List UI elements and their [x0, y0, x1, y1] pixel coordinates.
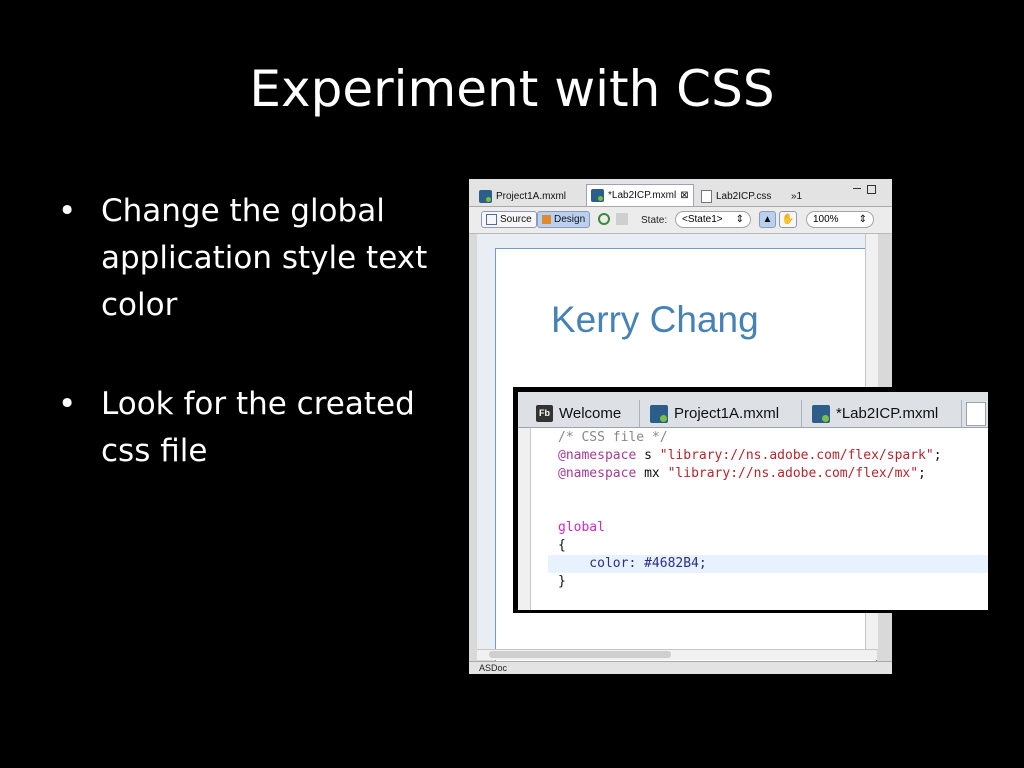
state-select[interactable]: <State1> ⇕: [675, 211, 751, 228]
editor-tab-bar: Fb Welcome Project1A.mxml *Lab2ICP.mxml: [518, 392, 988, 428]
hand-icon: ✋: [781, 214, 795, 225]
asdoc-tab[interactable]: ASDoc: [479, 663, 507, 673]
pan-tool-button[interactable]: ✋: [779, 211, 797, 228]
pointer-icon: ▲: [762, 214, 773, 225]
mxml-file-icon: [591, 189, 604, 202]
code-line-highlighted: color: #4682B4;: [548, 555, 988, 573]
overflow-icon: »1: [791, 190, 803, 202]
code-line: {: [558, 537, 988, 555]
tab-label: Lab2ICP.css: [716, 190, 772, 202]
design-toolbar: Source Design State: <State1> ⇕ ▲ ✋ 100%…: [469, 207, 892, 234]
state-value: <State1>: [682, 214, 723, 225]
selector: global: [558, 520, 605, 535]
property-name: color:: [558, 556, 645, 571]
design-icon: [542, 215, 551, 224]
code-area[interactable]: /* CSS file */ @namespace s "library://n…: [548, 429, 988, 591]
maximize-icon[interactable]: [867, 185, 876, 194]
chevron-updown-icon: ⇕: [858, 214, 867, 225]
code-line: @namespace mx "library://ns.adobe.com/fl…: [558, 465, 988, 483]
zoom-select[interactable]: 100% ⇕: [806, 211, 874, 228]
mxml-file-icon: [650, 404, 668, 423]
property-value: #4682B4;: [644, 556, 707, 571]
close-brace: }: [558, 574, 566, 589]
namespace-prefix: s: [636, 448, 660, 463]
code-line: @namespace s "library://ns.adobe.com/fle…: [558, 447, 988, 465]
mxml-file-icon: [479, 189, 492, 203]
slide-title: Experiment with CSS: [249, 60, 775, 118]
tab-label: Welcome: [559, 405, 622, 422]
code-line: global: [558, 519, 988, 537]
minimize-icon[interactable]: [853, 188, 861, 189]
scroll-thumb[interactable]: [489, 651, 671, 658]
css-file-icon: [701, 189, 712, 203]
at-rule: @namespace: [558, 466, 637, 481]
tab-welcome[interactable]: Fb Welcome: [528, 400, 640, 427]
tab-label: *Lab2ICP.mxml: [608, 190, 677, 201]
design-button[interactable]: Design: [537, 211, 591, 228]
bullet-list: • Change the global application style te…: [58, 188, 458, 527]
kerry-chang-label[interactable]: Kerry Chang: [551, 299, 759, 341]
tab-overflow[interactable]: »1: [787, 186, 806, 206]
horizontal-scrollbar[interactable]: [477, 649, 877, 660]
tab-project1a[interactable]: Project1A.mxml: [642, 400, 802, 427]
select-tool-button[interactable]: ▲: [759, 211, 776, 228]
design-label: Design: [554, 214, 586, 225]
namespace-prefix: mx: [636, 466, 668, 481]
bullet-item: • Look for the created css file: [58, 381, 458, 475]
editor-gutter: [518, 428, 531, 610]
source-label: Source: [500, 214, 532, 225]
css-file-icon[interactable]: [966, 402, 986, 426]
tab-label: Project1A.mxml: [496, 190, 567, 202]
bullet-marker: •: [58, 386, 77, 422]
tab-lab2icp-css[interactable]: Lab2ICP.css: [697, 186, 775, 206]
refresh-icon[interactable]: [598, 213, 610, 225]
zoom-value: 100%: [813, 214, 839, 225]
tab-lab2icp-mxml[interactable]: *Lab2ICP.mxml: [804, 400, 962, 427]
tab-label: *Lab2ICP.mxml: [836, 405, 939, 422]
semicolon: ;: [918, 466, 926, 481]
bottom-panel-tabs: ASDoc: [469, 661, 892, 674]
chevron-updown-icon: ⇕: [735, 214, 744, 225]
semicolon: ;: [933, 448, 942, 463]
close-icon[interactable]: ⊠: [680, 190, 688, 201]
css-editor: Fb Welcome Project1A.mxml *Lab2ICP.mxml …: [518, 392, 988, 610]
mxml-file-icon: [812, 404, 830, 423]
open-brace: {: [558, 538, 566, 553]
bullet-text: Change the global application style text…: [101, 193, 428, 323]
bullet-marker: •: [58, 193, 77, 229]
bullet-text: Look for the created css file: [101, 386, 415, 469]
tab-project1a[interactable]: Project1A.mxml: [475, 186, 570, 206]
source-icon: [486, 214, 497, 225]
source-button[interactable]: Source: [481, 211, 537, 228]
css-editor-screenshot: Fb Welcome Project1A.mxml *Lab2ICP.mxml …: [513, 387, 990, 613]
tab-lab2icp-mxml[interactable]: *Lab2ICP.mxml ⊠: [586, 184, 694, 206]
bullet-item: • Change the global application style te…: [58, 188, 458, 329]
string-literal: "library://ns.adobe.com/flex/spark": [659, 448, 934, 463]
comment-text: /* CSS file */: [558, 430, 668, 445]
string-literal: "library://ns.adobe.com/flex/mx": [667, 466, 919, 481]
state-label: State:: [641, 215, 668, 226]
code-line: }: [558, 573, 988, 591]
grid-icon[interactable]: [616, 213, 628, 225]
editor-tab-bar: Project1A.mxml *Lab2ICP.mxml ⊠ Lab2ICP.c…: [469, 179, 892, 207]
tab-label: Project1A.mxml: [674, 405, 780, 422]
code-line: /* CSS file */: [558, 429, 988, 447]
fb-icon: Fb: [536, 405, 553, 422]
at-rule: @namespace: [558, 448, 637, 463]
